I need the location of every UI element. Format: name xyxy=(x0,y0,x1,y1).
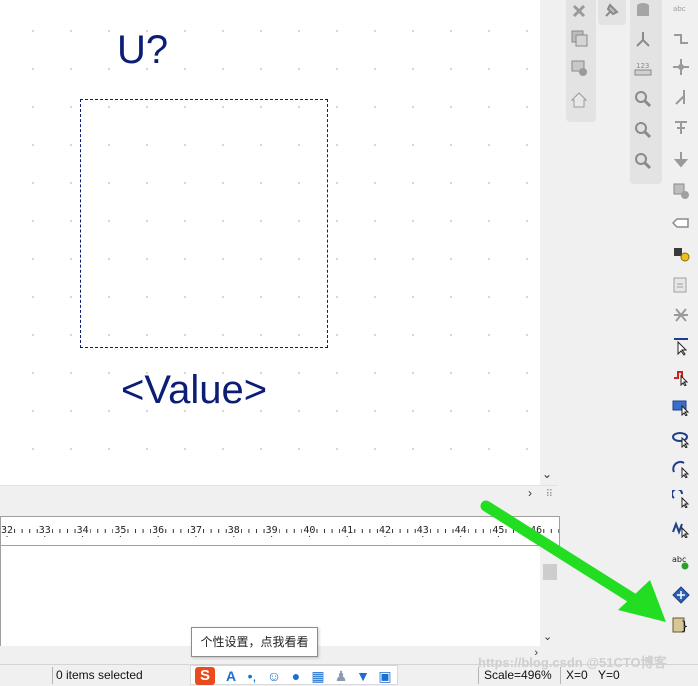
microphone-icon[interactable]: ● xyxy=(287,667,305,685)
ruler-label: 34 xyxy=(75,525,90,536)
svg-text:}: } xyxy=(681,619,688,633)
ruler-label: 38 xyxy=(226,525,241,536)
wire-icon[interactable] xyxy=(670,28,692,50)
ruler-label: 41 xyxy=(340,525,355,536)
green-arrow-annotation xyxy=(480,500,666,622)
keyboard-icon[interactable]: ▦ xyxy=(309,667,327,685)
circle-icon[interactable] xyxy=(670,428,692,450)
schematic-canvas[interactable]: U? <Value> xyxy=(0,0,540,485)
resize-grip-icon: ⠿ xyxy=(545,489,553,500)
ime-toolbar: S A •, ☺ ● ▦ ♟ ▼ ▣ xyxy=(190,665,398,685)
pin-icon[interactable] xyxy=(600,0,622,22)
punctuation-icon[interactable]: •, xyxy=(243,667,261,685)
sogou-logo-icon[interactable]: S xyxy=(195,667,215,685)
db-icon[interactable] xyxy=(632,0,654,22)
ruler-label: 37 xyxy=(188,525,204,536)
ground-icon[interactable] xyxy=(670,148,692,170)
ruler-label: 44 xyxy=(453,525,468,536)
pin-add-icon[interactable] xyxy=(670,242,692,264)
home-icon[interactable] xyxy=(568,89,590,111)
ruler-icon[interactable]: 123 xyxy=(632,58,654,80)
font-a-icon[interactable]: A xyxy=(222,667,240,685)
sheet-icon[interactable] xyxy=(670,274,692,296)
ruler-label: 36 xyxy=(151,525,166,536)
rectangle-icon[interactable] xyxy=(670,396,692,418)
component-value[interactable]: <Value> xyxy=(121,370,267,410)
power-icon[interactable] xyxy=(670,116,692,138)
skin-icon[interactable]: ▼ xyxy=(354,667,372,685)
component-add-icon[interactable] xyxy=(670,180,692,202)
arc-icon[interactable] xyxy=(670,458,692,480)
ruler: 32 33 34 35 36 37 38 39 40 41 42 43 44 45 46 xyxy=(0,516,560,546)
ruler-label: 32 xyxy=(0,525,15,536)
no-connect-icon[interactable] xyxy=(670,304,692,326)
ruler-label: 42 xyxy=(377,525,393,536)
watermark: https://blog.csdn @51CTO博客 xyxy=(478,655,667,670)
pin-toolbar xyxy=(598,0,626,25)
selection-status: 0 items selected xyxy=(56,668,143,682)
panel-separator xyxy=(0,502,560,516)
window-toolbar xyxy=(566,0,596,122)
svg-text:123: 123 xyxy=(636,62,649,70)
view-toolbar: 123 xyxy=(630,0,662,184)
ruler-label: 40 xyxy=(302,525,317,536)
zoom-fit-icon[interactable] xyxy=(632,150,654,172)
canvas-horizontal-scrollbar[interactable]: › ⠿ xyxy=(0,485,558,503)
component-designator[interactable]: U? xyxy=(117,30,168,70)
settings-window-icon[interactable] xyxy=(568,57,590,79)
bus-entry-icon[interactable] xyxy=(670,86,692,108)
close-icon[interactable] xyxy=(568,0,590,22)
select-arrow-icon[interactable] xyxy=(670,336,692,358)
arrows-icon[interactable] xyxy=(632,28,654,50)
zoom-out-icon[interactable] xyxy=(632,119,654,141)
scroll-down-icon[interactable]: ⌄ xyxy=(542,467,552,481)
ruler-label: 35 xyxy=(113,525,128,536)
polyline-icon[interactable] xyxy=(670,366,692,388)
component-body-rectangle[interactable] xyxy=(80,99,328,348)
grid-apps-icon[interactable]: ▣ xyxy=(376,667,394,685)
status-divider xyxy=(52,667,53,684)
ruler-label: 39 xyxy=(264,525,279,536)
scroll-down-icon[interactable]: ⌄ xyxy=(543,630,552,643)
scroll-right-icon[interactable]: › xyxy=(528,486,532,500)
net-label-icon[interactable] xyxy=(670,212,692,234)
ime-tooltip: 个性设置，点我看看 xyxy=(191,627,318,657)
zoom-in-icon[interactable] xyxy=(632,88,654,110)
ruler-label: 43 xyxy=(415,525,430,536)
junction-icon[interactable] xyxy=(670,56,692,78)
emoji-icon[interactable]: ☺ xyxy=(265,667,283,685)
ruler-label: 33 xyxy=(37,525,52,536)
user-icon[interactable]: ♟ xyxy=(332,667,350,685)
canvas-vertical-scrollbar[interactable]: ⌄ xyxy=(540,0,558,485)
svg-text:abc: abc xyxy=(673,5,686,13)
copy-window-icon[interactable] xyxy=(568,27,590,49)
text-abc-icon[interactable]: abc xyxy=(670,0,692,22)
